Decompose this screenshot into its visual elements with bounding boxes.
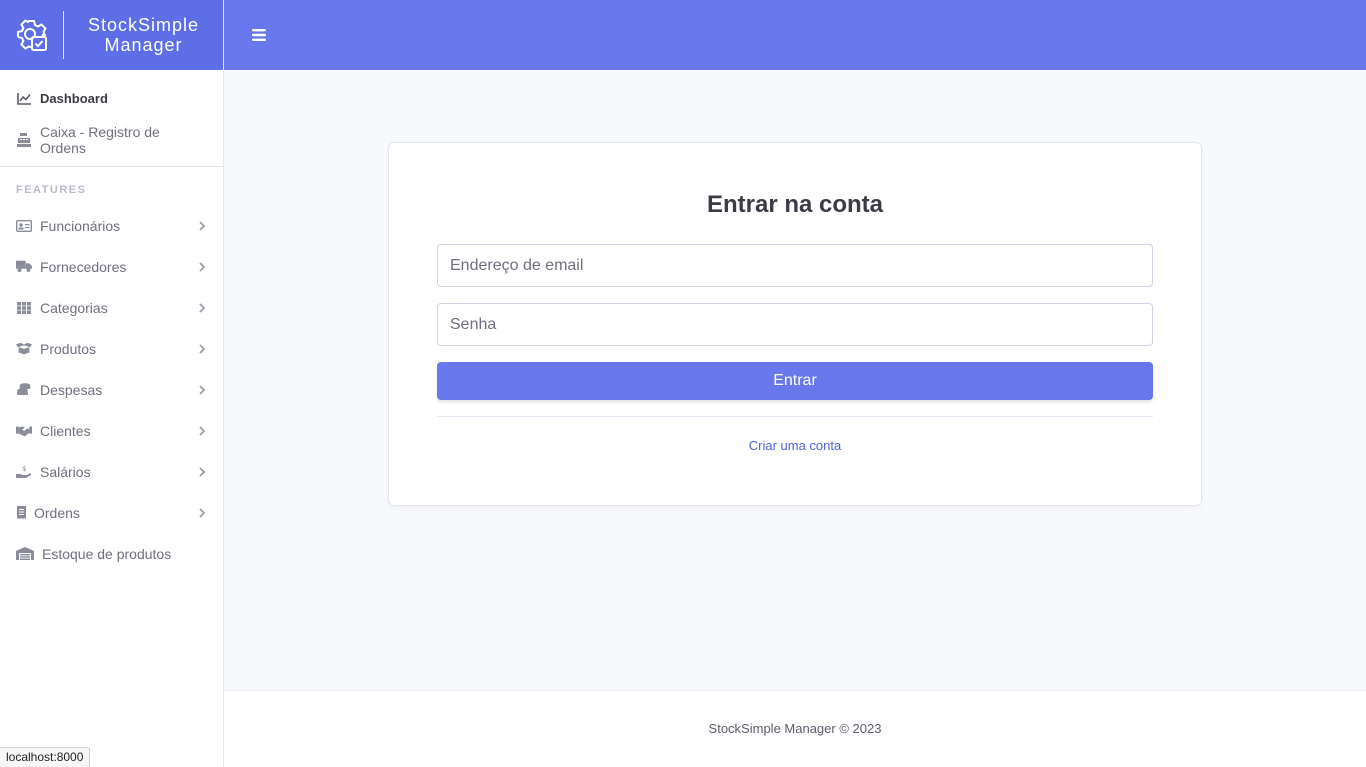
- chevron-right-icon: [199, 302, 206, 313]
- login-button[interactable]: Entrar: [437, 362, 1153, 400]
- email-field[interactable]: [437, 244, 1153, 287]
- sidebar: StockSimple Manager Dashboard Caixa - Re…: [0, 0, 224, 767]
- sidebar-item-despesas[interactable]: Despesas: [0, 369, 223, 410]
- sidebar-item-label: Funcionários: [40, 217, 121, 234]
- id-card-icon: [16, 219, 32, 233]
- status-bar-url: localhost:8000: [0, 747, 91, 767]
- gear-checklist-icon: [0, 0, 64, 70]
- handshake-icon: [16, 424, 32, 438]
- sidebar-item-label: Estoque de produtos: [42, 545, 172, 562]
- page-title: Entrar na conta: [706, 191, 884, 218]
- sidebar-item-label: Fornecedores: [40, 258, 127, 275]
- sidebar-item-label: Salários: [40, 463, 91, 480]
- sidebar-item-clientes[interactable]: Clientes: [0, 410, 223, 451]
- chevron-right-icon: [199, 425, 206, 436]
- password-field[interactable]: [437, 303, 1153, 346]
- sidebar-item-caixa[interactable]: Caixa - Registro de Ordens: [0, 119, 223, 160]
- box-open-icon: [16, 342, 32, 356]
- sidebar-item-label: Clientes: [40, 422, 91, 439]
- sidebar-section-heading: FEATURES: [16, 184, 87, 196]
- sidebar-item-label: Produtos: [40, 340, 97, 357]
- sidebar-item-label: Categorias: [40, 299, 108, 316]
- hand-dollar-icon: $: [16, 465, 32, 479]
- sidebar-item-label: Ordens: [34, 504, 80, 521]
- brand-name-line2: Manager: [104, 35, 183, 55]
- coins-icon: [16, 383, 32, 397]
- sidebar-item-produtos[interactable]: Produtos: [0, 328, 223, 369]
- chevron-right-icon: [199, 466, 206, 477]
- truck-icon: [16, 260, 32, 274]
- sidebar-item-salarios[interactable]: $ Salários: [0, 451, 223, 492]
- sidebar-item-label: Caixa - Registro de Ordens: [40, 123, 160, 156]
- grid-icon: [16, 301, 32, 315]
- chart-line-icon: [16, 92, 32, 106]
- svg-text:$: $: [22, 465, 26, 473]
- chevron-right-icon: [199, 261, 206, 272]
- sidebar-item-categorias[interactable]: Categorias: [0, 287, 223, 328]
- sidebar-item-funcionarios[interactable]: Funcionários: [0, 205, 223, 246]
- sidebar-item-dashboard[interactable]: Dashboard: [0, 78, 223, 119]
- sidebar-item-ordens[interactable]: Ordens: [0, 492, 223, 533]
- brand[interactable]: StockSimple Manager: [0, 0, 223, 70]
- sidebar-item-fornecedores[interactable]: Fornecedores: [0, 246, 223, 287]
- create-account-link[interactable]: Criar uma conta: [389, 438, 1201, 453]
- topbar: [224, 0, 1366, 70]
- sidebar-item-label: Dashboard: [40, 91, 108, 106]
- footer: StockSimple Manager © 2023: [224, 690, 1366, 767]
- login-card: Entrar na conta Entrar Criar uma conta: [388, 142, 1202, 506]
- hamburger-menu-icon[interactable]: [251, 27, 267, 43]
- chevron-right-icon: [199, 220, 206, 231]
- sidebar-item-estoque[interactable]: Estoque de produtos: [0, 533, 223, 574]
- cash-register-icon: [16, 132, 32, 147]
- sidebar-item-label: Despesas: [40, 381, 103, 398]
- footer-copyright: StockSimple Manager © 2023: [708, 721, 882, 736]
- receipt-icon: [16, 506, 26, 520]
- brand-name-line1: StockSimple: [87, 15, 200, 35]
- chevron-right-icon: [199, 343, 206, 354]
- warehouse-icon: [16, 547, 34, 561]
- chevron-right-icon: [199, 507, 206, 518]
- chevron-right-icon: [199, 384, 206, 395]
- card-divider: [437, 416, 1153, 417]
